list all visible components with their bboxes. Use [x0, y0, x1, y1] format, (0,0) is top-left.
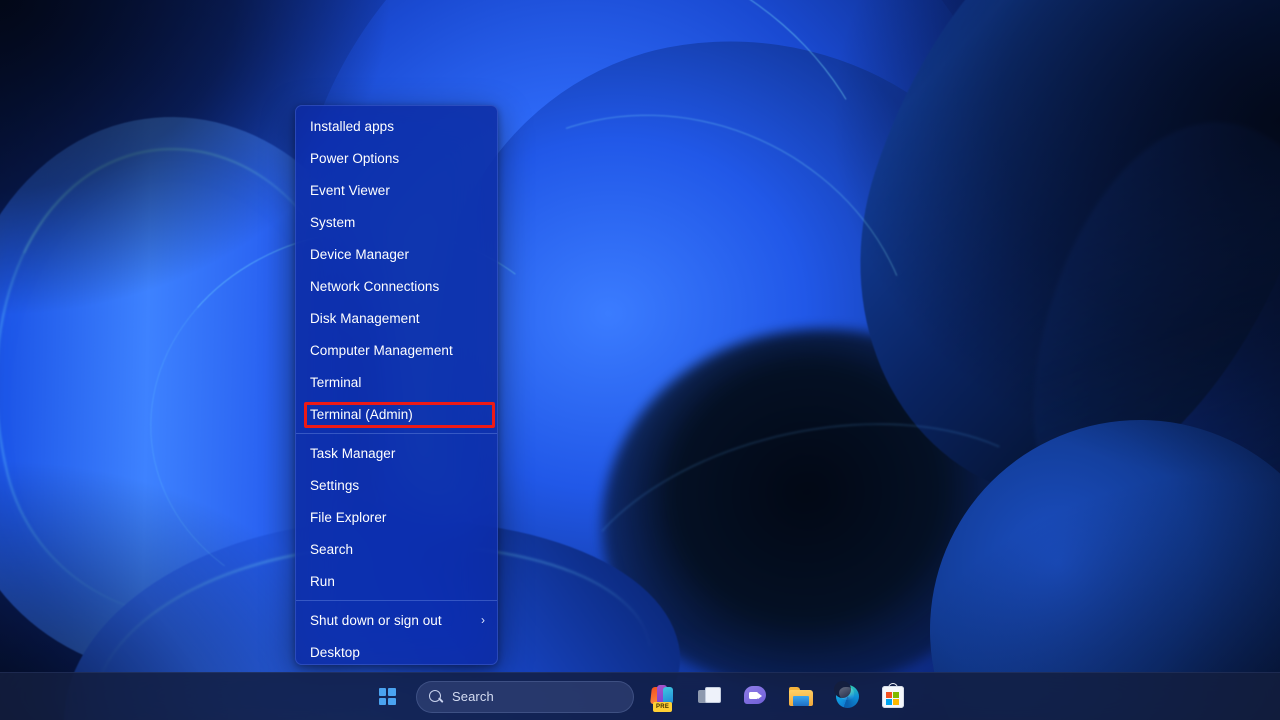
menu-item-label: Shut down or sign out — [310, 613, 481, 628]
microsoft-store-glyph — [882, 686, 904, 708]
menu-item-file-explorer[interactable]: File Explorer — [296, 501, 497, 533]
menu-item-label: Power Options — [310, 151, 487, 166]
chat-glyph — [744, 686, 766, 707]
menu-item-label: System — [310, 215, 487, 230]
winx-menu-item-list[interactable]: Installed apps Power Options Event Viewer S… — [296, 110, 497, 665]
menu-item-shut-down-or-sign-out[interactable]: Shut down or sign out› — [296, 604, 497, 636]
menu-item-label: Network Connections — [310, 279, 487, 294]
menu-item-label: Search — [310, 542, 487, 557]
menu-item-installed-apps[interactable]: Installed apps — [296, 110, 497, 142]
menu-item-label: Event Viewer — [310, 183, 487, 198]
menu-item-label: Settings — [310, 478, 487, 493]
menu-item-terminal[interactable]: Terminal — [296, 366, 497, 398]
menu-item-task-manager[interactable]: Task Manager — [296, 437, 497, 469]
menu-separator — [296, 600, 497, 601]
search-input[interactable]: Search — [416, 681, 634, 713]
desktop[interactable]: Installed apps Power Options Event Viewer S… — [0, 0, 1280, 720]
menu-item-settings[interactable]: Settings — [296, 469, 497, 501]
menu-item-label: Terminal (Admin) — [310, 407, 487, 422]
menu-item-label: File Explorer — [310, 510, 487, 525]
menu-item-label: Terminal — [310, 375, 487, 390]
task-view-icon[interactable] — [692, 680, 726, 714]
menu-item-run[interactable]: Run — [296, 565, 497, 597]
search-icon — [429, 690, 443, 704]
chevron-right-icon: › — [481, 613, 485, 627]
menu-item-label: Computer Management — [310, 343, 487, 358]
menu-separator — [296, 433, 497, 434]
taskbar[interactable]: Search PRE — [0, 672, 1280, 720]
menu-item-label: Desktop — [310, 645, 487, 660]
menu-item-network-connections[interactable]: Network Connections — [296, 270, 497, 302]
menu-item-label: Installed apps — [310, 119, 487, 134]
menu-item-system[interactable]: System — [296, 206, 497, 238]
winx-quick-link-menu[interactable]: Installed apps Power Options Event Viewer S… — [295, 105, 498, 665]
microsoft-365-preview-badge: PRE — [653, 702, 672, 712]
menu-item-event-viewer[interactable]: Event Viewer — [296, 174, 497, 206]
file-explorer-icon[interactable] — [784, 680, 818, 714]
menu-item-search[interactable]: Search — [296, 533, 497, 565]
wallpaper-vignette — [0, 0, 1280, 720]
file-explorer-glyph — [789, 687, 813, 707]
windows-logo-icon — [379, 688, 396, 705]
microsoft-365-glyph: PRE — [651, 685, 675, 709]
microsoft-store-icon[interactable] — [876, 680, 910, 714]
search-placeholder: Search — [452, 689, 494, 704]
microsoft-365-icon[interactable]: PRE — [646, 680, 680, 714]
menu-item-label: Run — [310, 574, 487, 589]
menu-item-device-manager[interactable]: Device Manager — [296, 238, 497, 270]
menu-item-power-options[interactable]: Power Options — [296, 142, 497, 174]
start-button[interactable] — [370, 680, 404, 714]
edge-icon[interactable] — [830, 680, 864, 714]
menu-item-label: Task Manager — [310, 446, 487, 461]
menu-item-computer-management[interactable]: Computer Management — [296, 334, 497, 366]
menu-item-label: Disk Management — [310, 311, 487, 326]
chat-icon[interactable] — [738, 680, 772, 714]
menu-item-disk-management[interactable]: Disk Management — [296, 302, 497, 334]
menu-item-desktop[interactable]: Desktop — [296, 636, 497, 665]
edge-glyph — [836, 685, 859, 708]
menu-item-label: Device Manager — [310, 247, 487, 262]
taskbar-center-group: Search PRE — [370, 680, 910, 714]
task-view-glyph — [698, 687, 721, 707]
menu-item-terminal-admin[interactable]: Terminal (Admin) — [296, 398, 497, 430]
